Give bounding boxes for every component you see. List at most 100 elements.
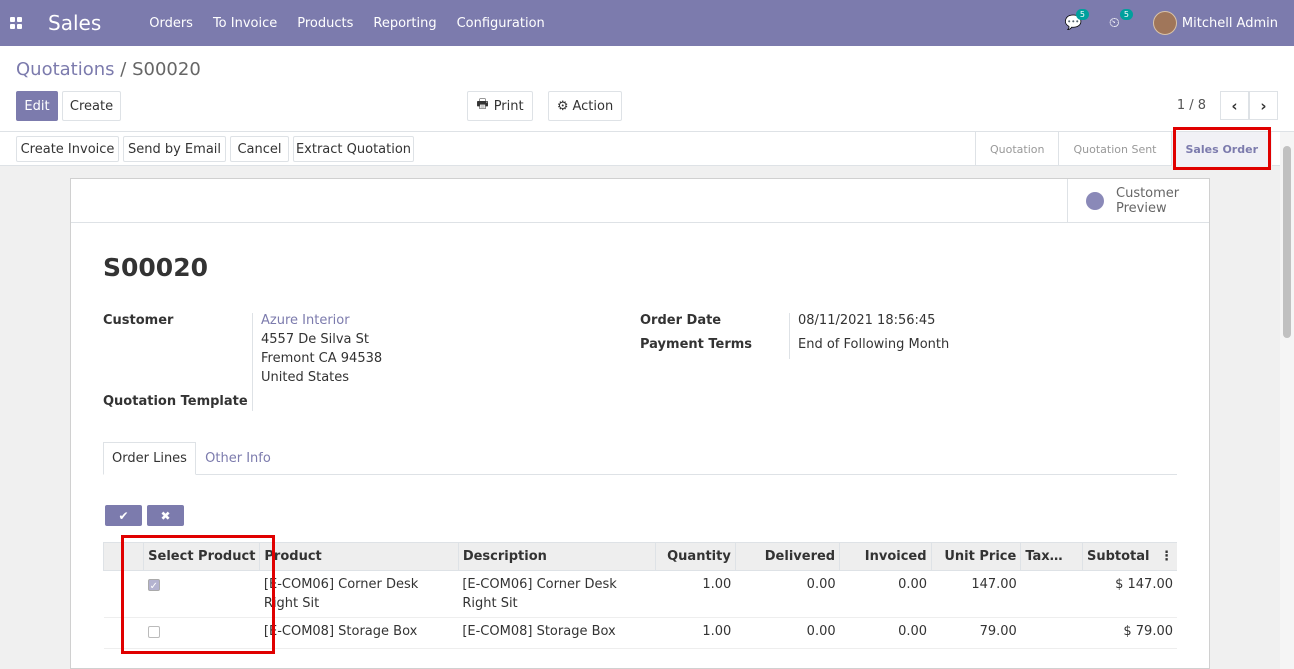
stage-pipeline: Quotation Quotation Sent Sales Order bbox=[975, 132, 1272, 166]
menu-configuration[interactable]: Configuration bbox=[447, 16, 555, 31]
breadcrumb-current: S00020 bbox=[132, 59, 201, 80]
product-cell[interactable]: [E-COM08] Storage Box bbox=[259, 617, 459, 649]
unit-price-cell[interactable]: 147.00 bbox=[931, 570, 1021, 618]
column-header-quantity[interactable]: Quantity bbox=[655, 542, 736, 571]
customer-preview-label: Customer Preview bbox=[1116, 186, 1180, 216]
breadcrumb-separator: / bbox=[120, 59, 127, 80]
column-header-taxes[interactable]: Tax… bbox=[1020, 542, 1083, 571]
pager-next-button[interactable]: › bbox=[1249, 91, 1278, 120]
description-cell[interactable]: [E-COM08] Storage Box bbox=[458, 617, 656, 649]
address-line-1: 4557 De Silva St bbox=[261, 332, 369, 347]
create-button[interactable]: Create bbox=[62, 91, 121, 121]
control-panel: Quotations / S00020 Edit Create 🖶 Print … bbox=[0, 46, 1294, 132]
pager-previous-button[interactable]: ‹ bbox=[1220, 91, 1249, 120]
activity-menu[interactable]: ⏲ 5 bbox=[1108, 9, 1133, 31]
action-button[interactable]: ⚙ Action bbox=[548, 91, 622, 121]
taxes-cell[interactable] bbox=[1020, 570, 1083, 618]
subtotal-header-label: Subtotal bbox=[1086, 549, 1150, 564]
confirm-selection-button[interactable]: ✔ bbox=[105, 505, 142, 526]
menu-orders[interactable]: Orders bbox=[139, 16, 203, 31]
order-title: S00020 bbox=[103, 253, 208, 282]
activities-count-badge: 5 bbox=[1119, 9, 1133, 20]
menu-reporting[interactable]: Reporting bbox=[363, 16, 446, 31]
breadcrumb-quotations[interactable]: Quotations bbox=[16, 59, 115, 80]
select-product-checkbox[interactable] bbox=[147, 626, 160, 638]
delivered-cell: 0.00 bbox=[735, 570, 840, 618]
chevron-right-icon: › bbox=[1260, 96, 1267, 115]
divider bbox=[789, 313, 790, 359]
messaging-menu[interactable]: 💬 5 bbox=[1065, 9, 1089, 31]
action-label: Action bbox=[572, 98, 614, 114]
status-bar: Create Invoice Send by Email Cancel Extr… bbox=[0, 132, 1294, 166]
gear-icon: ⚙ bbox=[556, 98, 569, 114]
print-label: Print bbox=[493, 98, 524, 114]
order-date-label: Order Date bbox=[640, 313, 722, 328]
delivered-cell: 0.00 bbox=[735, 617, 840, 649]
discard-selection-button[interactable]: ✖ bbox=[147, 505, 184, 526]
button-box: Customer Preview bbox=[71, 179, 1209, 223]
stage-quotation-sent[interactable]: Quotation Sent bbox=[1058, 132, 1170, 166]
column-header-select-product[interactable]: Select Product bbox=[143, 542, 260, 571]
form-sheet: Customer Preview S00020 Customer Azure I… bbox=[70, 178, 1210, 669]
send-by-email-button[interactable]: Send by Email bbox=[123, 136, 226, 162]
unit-price-cell[interactable]: 79.00 bbox=[931, 617, 1021, 649]
tab-other-info[interactable]: Other Info bbox=[196, 442, 280, 475]
breadcrumb: Quotations / S00020 bbox=[16, 59, 201, 80]
cancel-button[interactable]: Cancel bbox=[230, 136, 289, 162]
column-header-product[interactable]: Product bbox=[259, 542, 459, 571]
pager-value[interactable]: 1 / 8 bbox=[1177, 98, 1206, 113]
check-icon: ✔ bbox=[118, 508, 129, 523]
quantity-cell[interactable]: 1.00 bbox=[655, 617, 736, 649]
select-product-cell bbox=[143, 570, 260, 618]
quotation-template-label: Quotation Template bbox=[103, 394, 248, 409]
apps-menu-icon[interactable] bbox=[0, 0, 32, 46]
invoiced-cell: 0.00 bbox=[839, 617, 932, 649]
column-header-subtotal[interactable]: Subtotal ⋮ bbox=[1081, 542, 1177, 571]
quantity-cell[interactable]: 1.00 bbox=[655, 570, 736, 618]
taxes-cell[interactable] bbox=[1020, 617, 1083, 649]
notebook-tabs: Order Lines Other Info bbox=[103, 442, 1177, 475]
globe-icon bbox=[1086, 192, 1104, 210]
column-header-delivered[interactable]: Delivered bbox=[734, 542, 840, 571]
payment-terms-value: End of Following Month bbox=[798, 337, 950, 352]
column-header-unit-price[interactable]: Unit Price bbox=[930, 542, 1021, 571]
customer-link[interactable]: Azure Interior bbox=[261, 313, 350, 328]
print-button[interactable]: 🖶 Print bbox=[467, 91, 533, 121]
payment-terms-label: Payment Terms bbox=[640, 337, 753, 352]
chevron-left-icon: ‹ bbox=[1231, 96, 1238, 115]
user-name: Mitchell Admin bbox=[1181, 15, 1278, 31]
menu-products[interactable]: Products bbox=[287, 16, 363, 31]
app-name[interactable]: Sales bbox=[48, 11, 101, 35]
description-cell[interactable]: [E-COM06] Corner Desk Right Sit bbox=[458, 570, 656, 618]
edit-button[interactable]: Edit bbox=[16, 91, 58, 121]
stage-sales-order[interactable]: Sales Order bbox=[1170, 132, 1272, 166]
tab-order-lines[interactable]: Order Lines bbox=[103, 442, 196, 475]
divider bbox=[252, 313, 253, 411]
column-header-description[interactable]: Description bbox=[457, 542, 656, 571]
table-row[interactable]: [E-COM08] Storage Box [E-COM08] Storage … bbox=[103, 617, 1177, 649]
clock-icon: ⏲ bbox=[1108, 15, 1120, 31]
subtotal-cell: $ 147.00 bbox=[1082, 570, 1177, 618]
messages-count-badge: 5 bbox=[1075, 9, 1089, 20]
extract-quotation-button[interactable]: Extract Quotation bbox=[293, 136, 414, 162]
address-line-3: United States bbox=[261, 370, 350, 385]
order-lines-table: Select Product Product Description Quant… bbox=[102, 542, 1177, 649]
column-header-invoiced[interactable]: Invoiced bbox=[839, 542, 932, 571]
user-menu[interactable]: Mitchell Admin bbox=[1152, 11, 1278, 35]
avatar bbox=[1152, 11, 1177, 35]
menu-to-invoice[interactable]: To Invoice bbox=[203, 16, 287, 31]
customer-preview-button[interactable]: Customer Preview bbox=[1067, 179, 1209, 223]
scrollbar[interactable] bbox=[1280, 132, 1294, 669]
address-line-2: Fremont CA 94538 bbox=[261, 351, 383, 366]
stage-quotation[interactable]: Quotation bbox=[975, 132, 1058, 166]
create-invoice-button[interactable]: Create Invoice bbox=[16, 136, 119, 162]
product-cell[interactable]: [E-COM06] Corner Desk Right Sit bbox=[259, 570, 459, 618]
table-row[interactable]: [E-COM06] Corner Desk Right Sit [E-COM06… bbox=[103, 570, 1177, 618]
invoiced-cell: 0.00 bbox=[839, 570, 932, 618]
optional-columns-icon[interactable]: ⋮ bbox=[1160, 549, 1173, 564]
select-product-checkbox[interactable] bbox=[147, 577, 160, 596]
close-icon: ✖ bbox=[160, 508, 171, 523]
subtotal-cell: $ 79.00 bbox=[1082, 617, 1177, 649]
scrollbar-thumb[interactable] bbox=[1283, 146, 1291, 338]
table-header-row: Select Product Product Description Quant… bbox=[102, 542, 1177, 571]
